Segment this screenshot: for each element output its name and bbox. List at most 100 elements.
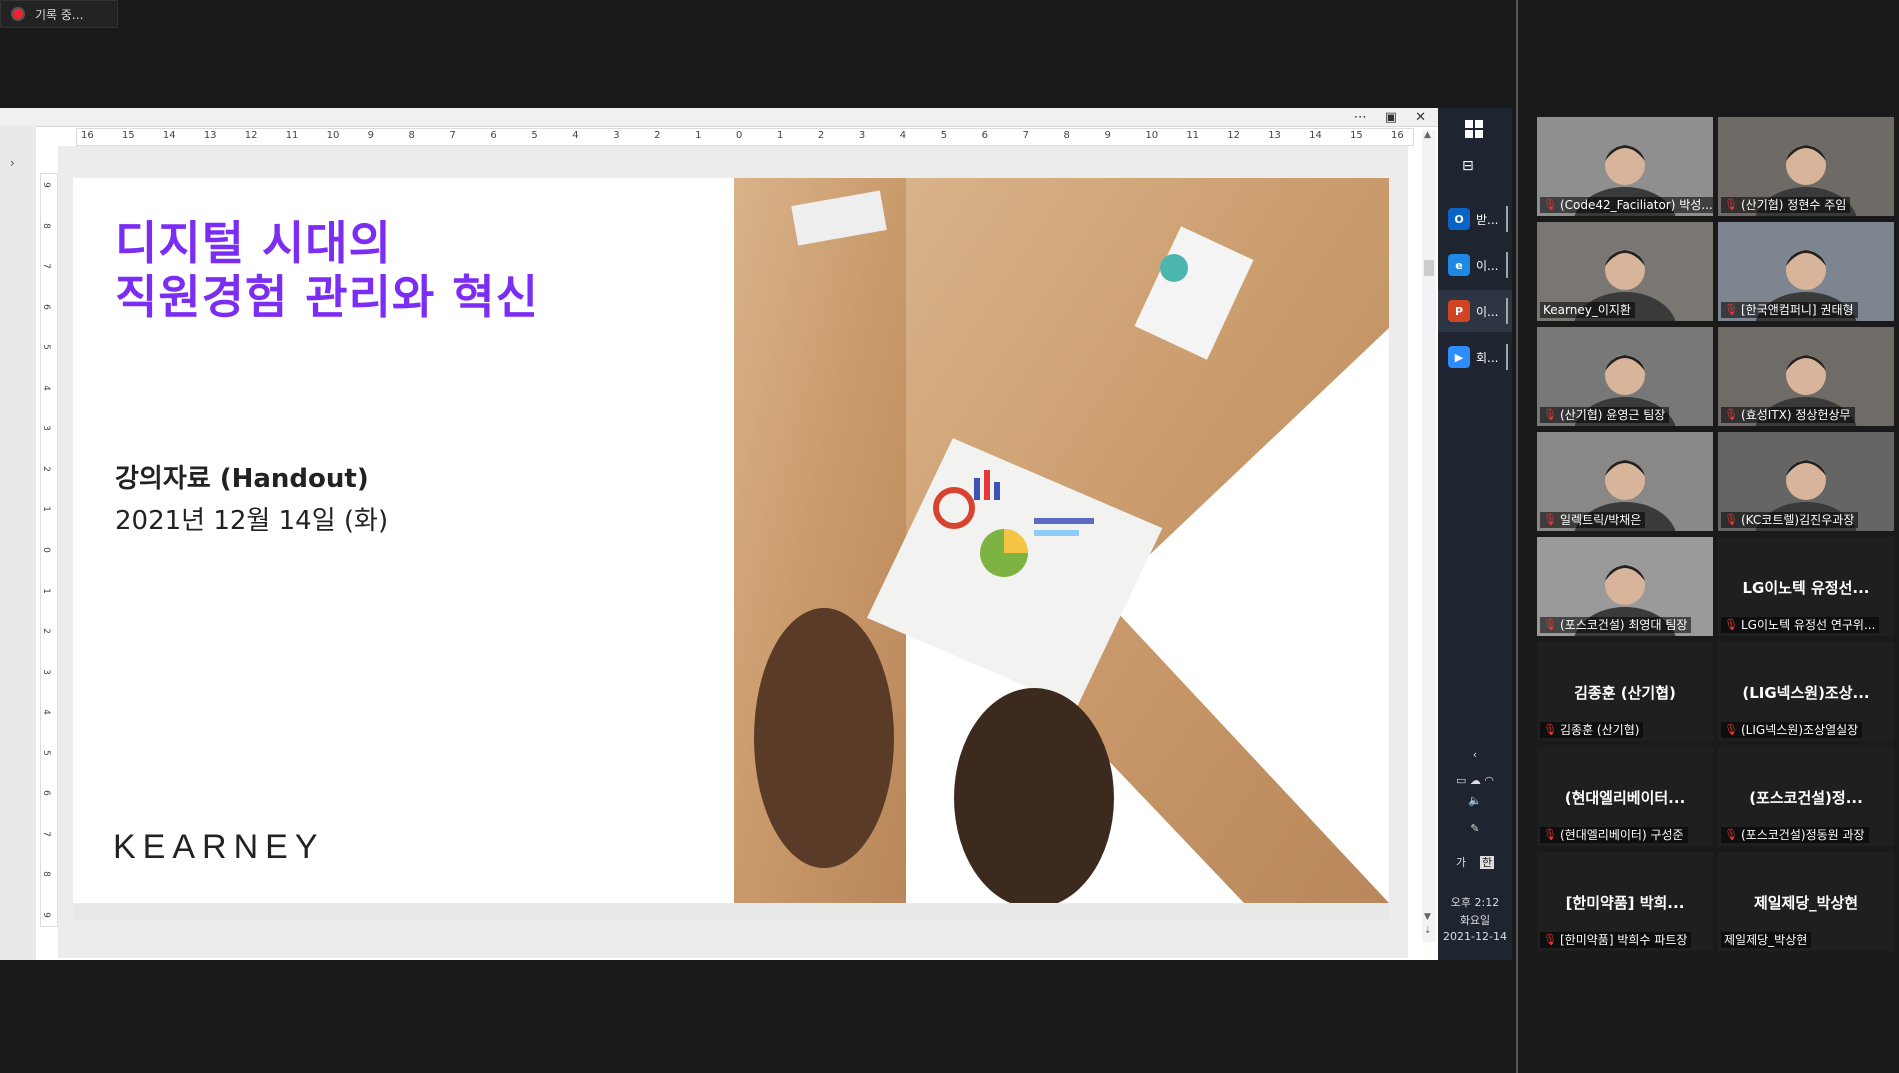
participant-tile[interactable]: 제일제당_박상현 제일제당_박상현 [1718,852,1894,951]
participant-name: [한국앤컴퍼니] 권태형 [1741,303,1854,317]
participant-tile[interactable]: 🎙 [한국앤컴퍼니] 권태형 [1718,222,1894,321]
taskbar-app[interactable]: O 받... [1438,198,1512,240]
participant-name-label: 🎙 (포스코건설)정동원 과장 [1721,827,1869,843]
participant-tile[interactable]: 🎙 (KC코트렐)김진우과장 [1718,432,1894,531]
scroll-thumb[interactable] [1424,260,1434,276]
more-options-icon[interactable]: ⋯ [1354,110,1367,125]
ruler-tick-label: 3 [40,425,51,432]
ruler-tick-label: 11 [1186,130,1200,141]
participant-name: (현대엘리베이터) 구성준 [1560,828,1684,842]
participant-name: (효성ITX) 정상헌상무 [1741,408,1851,422]
participant-name: (포스코건설)정동원 과장 [1741,828,1865,842]
kearney-logo: KEARNEY [113,828,325,866]
participant-name: 제일제당_박상현 [1724,933,1808,947]
windows-start-icon[interactable] [1465,120,1483,138]
ruler-tick-label: 9 [367,130,374,141]
participant-name-label: 🎙 (효성ITX) 정상헌상무 [1721,407,1855,423]
ruler-tick-label: 10 [326,130,340,141]
ruler-tick-label: 1 [695,130,702,141]
ruler-tick-label: 2 [40,628,51,634]
participant-name: 일렉트릭/박채은 [1560,513,1642,527]
ruler-tick-label: 14 [162,130,176,141]
participant-name-label: 🎙 (KC코트렐)김진우과장 [1721,512,1859,528]
panel-divider[interactable] [1516,0,1518,1073]
scroll-up-icon[interactable]: ▲ [1424,130,1431,140]
slide-title-line2: 직원경험 관리와 혁신 [115,270,539,324]
ruler-tick-label: 13 [1268,130,1281,141]
participant-display-name: 김종훈 (산기협) [1574,684,1676,702]
mic-muted-icon: 🎙 [1543,933,1557,946]
ruler-tick-label: 9 [40,182,51,188]
participant-name-label: 제일제당_박상현 [1721,932,1812,948]
ruler-tick-label: 1 [776,130,784,141]
taskbar-app[interactable]: ▶ 회... [1438,336,1512,378]
ruler-tick-label: 5 [531,130,538,141]
ruler-tick-label: 2 [654,130,661,141]
participant-tile[interactable]: (현대엘리베이터... 🎙 (현대엘리베이터) 구성준 [1537,747,1713,846]
tray-expand-icon[interactable]: ‹ [1438,748,1512,761]
participant-tile[interactable]: [한미약품] 박희... 🎙 [한미약품] 박희수 파트장 [1537,852,1713,951]
participant-tile[interactable]: 🎙 (Code42_Faciliator) 박성... [1537,117,1713,216]
ime-indicator[interactable]: 가 한 [1438,854,1512,870]
mic-muted-icon: 🎙 [1724,303,1738,316]
participant-tile[interactable]: LG이노텍 유정선... 🎙 LG이노텍 유정선 연구위... [1718,537,1894,636]
ruler-tick-label: 4 [40,709,51,716]
participant-name-label: 🎙 [한국앤컴퍼니] 권태형 [1721,302,1858,318]
participant-tile[interactable]: 🎙 일렉트릭/박채은 [1537,432,1713,531]
mic-muted-icon: 🎙 [1543,618,1557,631]
participant-gallery: 🎙 (Code42_Faciliator) 박성... 🎙 (산기협) 정현수 주임 K… [1537,117,1899,957]
participant-tile[interactable]: 김종훈 (산기협) 🎙 김종훈 (산기협) [1537,642,1713,741]
participant-display-name: LG이노텍 유정선... [1742,579,1870,597]
ruler-tick-label: 12 [1227,130,1240,141]
ruler-tick-label: 12 [244,130,258,141]
close-icon[interactable]: ✕ [1415,110,1426,125]
mic-muted-icon: 🎙 [1724,513,1738,526]
participant-tile[interactable]: 🎙 (산기협) 정현수 주임 [1718,117,1894,216]
participant-name: LG이노텍 유정선 연구위... [1741,618,1876,632]
horizontal-scrollbar[interactable] [73,905,1389,919]
running-indicator [1506,344,1508,370]
recording-indicator[interactable]: 기록 중... [0,0,118,28]
clock-date: 2021-12-14 [1443,930,1507,943]
scroll-down-icon[interactable]: ▼ [1424,912,1431,922]
ruler-tick-label: 4 [572,130,579,141]
taskbar-app[interactable]: e 이... [1438,244,1512,286]
view-mode-icon[interactable]: ▣ [1385,110,1397,125]
ruler-tick-label: 13 [203,130,217,141]
participant-tile[interactable]: (LIG넥스원)조상... 🎙 (LIG넥스원)조상열실장 [1718,642,1894,741]
taskbar-app[interactable]: P 이... [1438,290,1512,332]
page-down-icon[interactable]: ⇣ [1424,926,1432,936]
ruler-tick-label: 2 [40,466,51,472]
ruler-tick-label: 16 [81,130,94,141]
clock-time: 오후 2:12 [1450,896,1500,909]
ruler-tick-label: 14 [1309,130,1322,141]
clock[interactable]: 오후 2:12 화요일 2021-12-14 [1438,894,1512,943]
pen-icon[interactable]: ✎ [1438,822,1512,835]
participant-tile[interactable]: 🎙 (포스코건설) 최영대 팀장 [1537,537,1713,636]
ruler-tick-label: 0 [736,130,743,141]
chevron-right-icon[interactable]: › [10,156,15,170]
participant-name: Kearney_이지환 [1543,303,1631,317]
participant-tile[interactable]: (포스코건설)정... 🎙 (포스코건설)정동원 과장 [1718,747,1894,846]
windows-taskbar: ⊟ O 받... e 이... P 이... ▶ 회... ‹ ▭ ☁ ◠ 🔈 ✎ 가 한 오… [1438,108,1512,960]
tray-status-icons[interactable]: ▭ ☁ ◠ [1438,774,1512,787]
vertical-scrollbar[interactable]: ▲ ▼ ⇣ [1422,130,1436,942]
taskbar-app-label: 이... [1476,258,1499,273]
volume-icon[interactable]: 🔈 [1438,794,1512,807]
mic-muted-icon: 🎙 [1543,828,1557,841]
participant-display-name: (현대엘리베이터... [1564,789,1686,807]
ruler-tick-label: 6 [40,303,51,310]
slide-title: 디지털 시대의 직원경험 관리와 혁신 [115,216,539,324]
participant-tile[interactable]: 🎙 (효성ITX) 정상헌상무 [1718,327,1894,426]
ruler-tick-label: 2 [817,130,825,141]
participant-tile[interactable]: Kearney_이지환 [1537,222,1713,321]
ruler-tick-label: 7 [40,263,51,269]
thumbnail-pane-collapsed: › [0,126,36,960]
ruler-tick-label: 8 [1063,130,1070,141]
slide-date: 2021년 12월 14일 (화) [115,506,389,536]
running-indicator [1506,206,1508,232]
participant-display-name: [한미약품] 박희... [1565,894,1685,912]
task-view-icon[interactable]: ⊟ [1462,158,1474,174]
participant-tile[interactable]: 🎙 (산기협) 윤영근 팀장 [1537,327,1713,426]
ruler-tick-label: 6 [981,130,988,141]
